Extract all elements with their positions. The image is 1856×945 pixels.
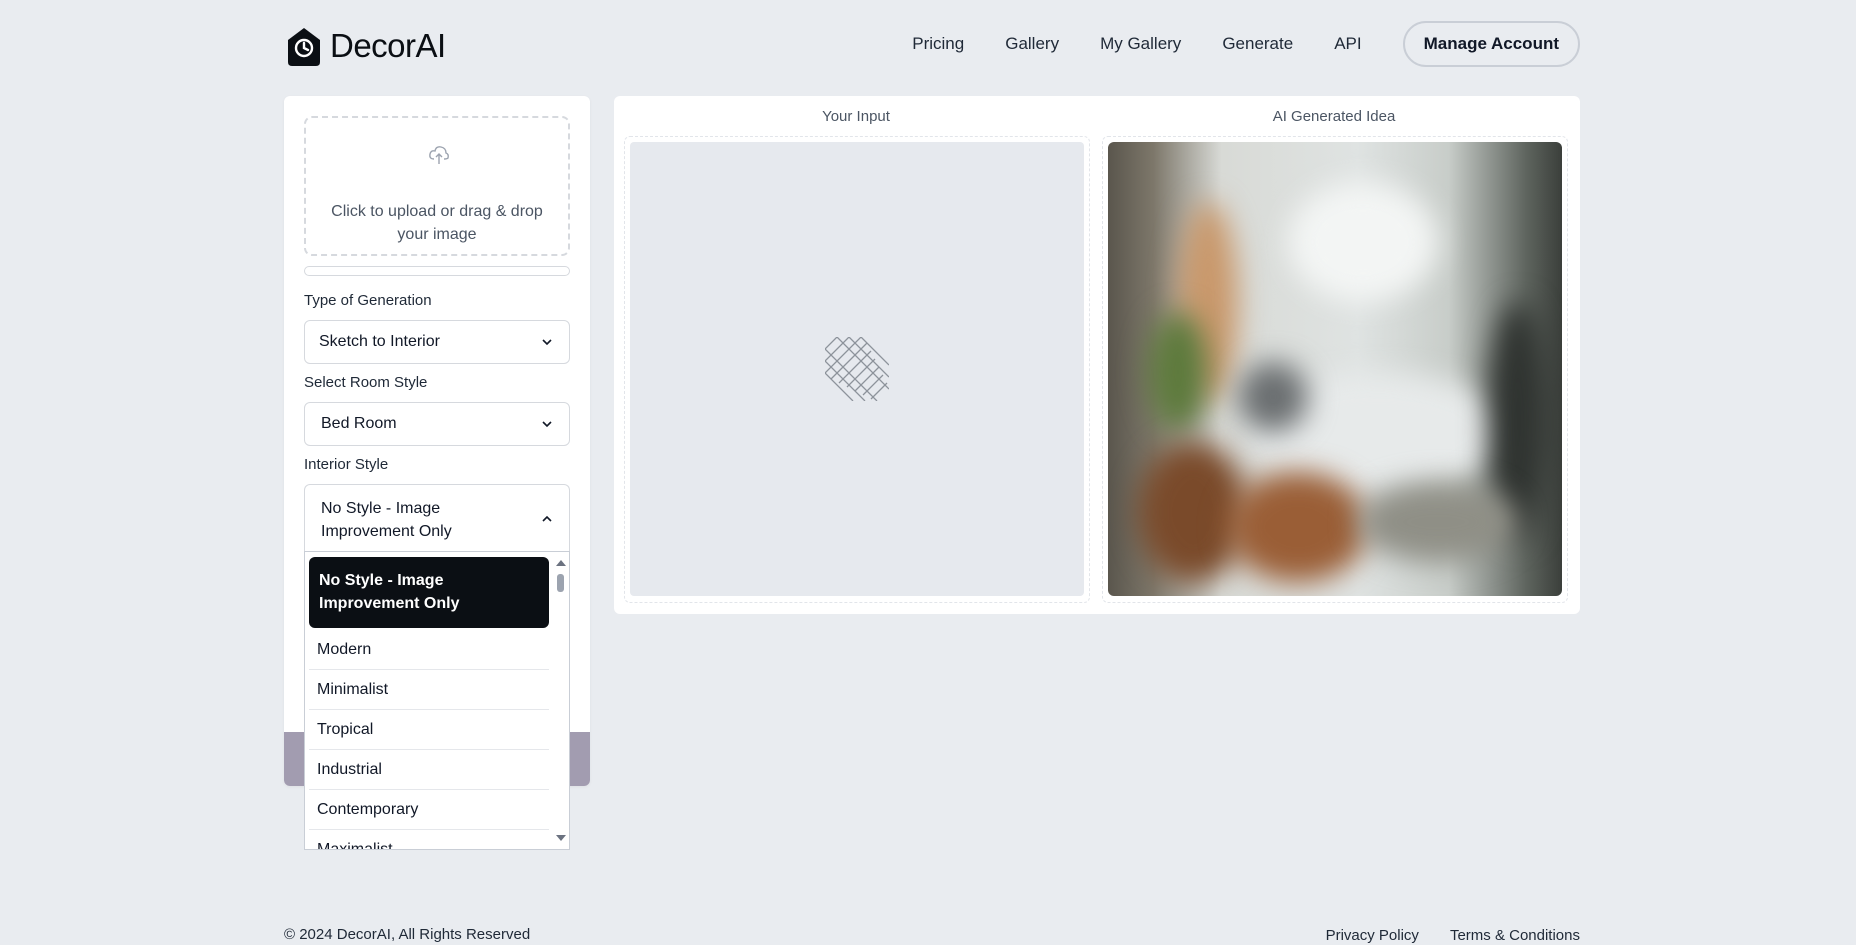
dropdown-scrollbar[interactable]: [555, 556, 567, 846]
scroll-up-arrow[interactable]: [556, 560, 566, 566]
terms-link[interactable]: Terms & Conditions: [1450, 927, 1580, 944]
upload-progress-bar: [304, 266, 570, 276]
option-maximalist[interactable]: Maximalist: [309, 830, 549, 849]
nav-generate[interactable]: Generate: [1222, 34, 1293, 54]
copyright-text: © 2024 DecorAI, All Rights Reserved: [284, 926, 531, 943]
upload-cloud-icon: [429, 146, 449, 164]
privacy-policy-link[interactable]: Privacy Policy: [1326, 927, 1419, 944]
your-input-label: Your Input: [822, 108, 890, 125]
option-minimalist[interactable]: Minimalist: [309, 670, 549, 710]
house-clock-icon: [288, 28, 320, 66]
nav-gallery[interactable]: Gallery: [1005, 34, 1059, 54]
generation-type-label: Type of Generation: [304, 292, 432, 309]
interior-style-label: Interior Style: [304, 456, 389, 473]
manage-account-button[interactable]: Manage Account: [1402, 21, 1580, 67]
room-style-label: Select Room Style: [304, 374, 428, 391]
nav-pricing[interactable]: Pricing: [912, 34, 964, 54]
ai-generated-image[interactable]: [1108, 142, 1562, 596]
scroll-down-arrow[interactable]: [556, 835, 566, 841]
option-contemporary[interactable]: Contemporary: [309, 790, 549, 830]
option-industrial[interactable]: Industrial: [309, 750, 549, 790]
preview-panel: Your Input AI Generated Idea: [614, 96, 1580, 614]
scrollbar-thumb[interactable]: [557, 574, 564, 592]
chevron-up-icon: [542, 515, 552, 522]
option-no-style[interactable]: No Style - Image Improvement Only: [309, 557, 549, 628]
chevron-down-icon: [542, 421, 552, 428]
option-modern[interactable]: Modern: [309, 630, 549, 670]
main-nav: Pricing Gallery My Gallery Generate API …: [912, 20, 1580, 68]
image-upload-dropzone[interactable]: Click to upload or drag & drop your imag…: [304, 116, 570, 256]
interior-style-select[interactable]: No Style - Image Improvement Only: [304, 484, 570, 552]
top-header: DecorAI Pricing Gallery My Gallery Gener…: [284, 20, 1580, 72]
option-tropical[interactable]: Tropical: [309, 710, 549, 750]
interior-style-options[interactable]: No Style - Image Improvement Only Modern…: [304, 551, 570, 850]
upload-instructions: Click to upload or drag & drop your imag…: [331, 203, 543, 243]
input-image-placeholder: [630, 142, 1084, 596]
generation-type-value: Sketch to Interior: [319, 333, 440, 350]
brand-logo[interactable]: DecorAI: [284, 26, 446, 66]
chevron-down-icon: [542, 339, 552, 346]
room-style-value: Bed Room: [321, 415, 397, 432]
room-style-select[interactable]: Bed Room: [304, 402, 570, 446]
image-placeholder-icon: [825, 337, 889, 401]
nav-my-gallery[interactable]: My Gallery: [1100, 34, 1181, 54]
interior-style-value: No Style - Image Improvement Only: [321, 500, 452, 540]
ai-generated-label: AI Generated Idea: [1272, 108, 1396, 125]
generation-type-select[interactable]: Sketch to Interior: [304, 320, 570, 364]
brand-name: DecorAI: [330, 27, 446, 64]
footer-links: Privacy Policy Terms & Conditions: [1295, 927, 1580, 944]
nav-api[interactable]: API: [1334, 34, 1361, 54]
